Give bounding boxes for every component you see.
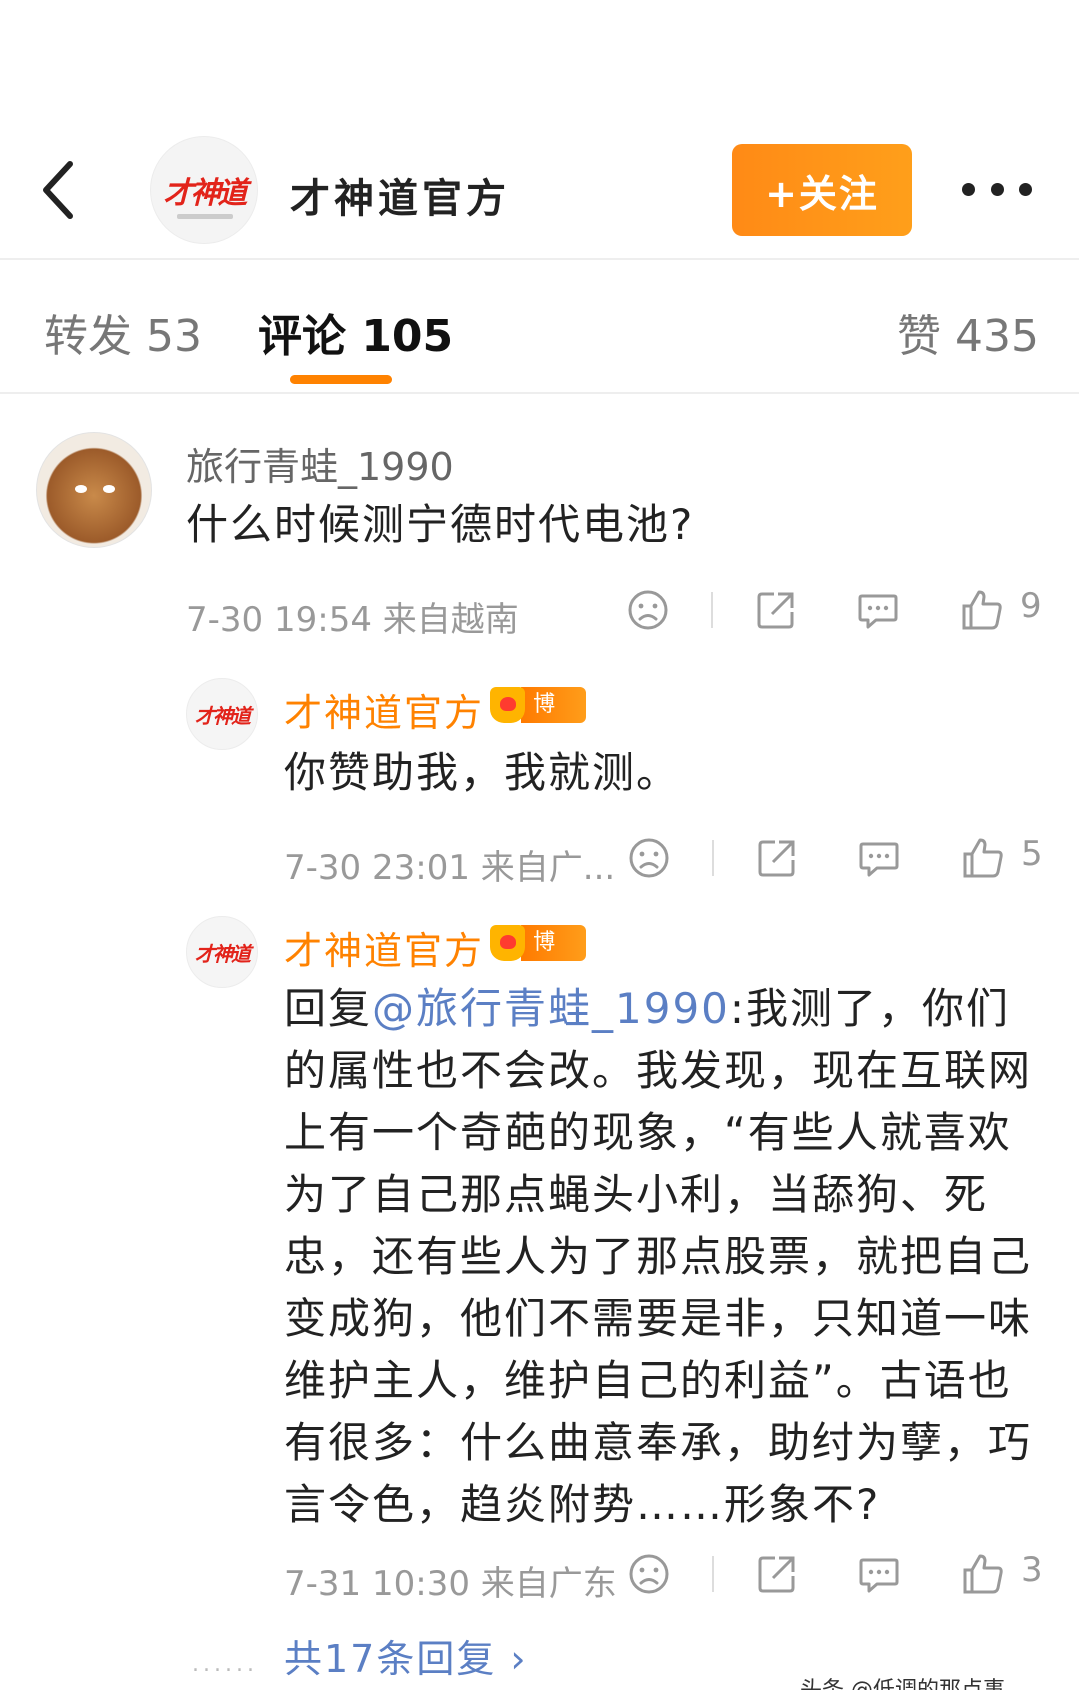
- logo-text: 才神道: [163, 176, 248, 211]
- sad-face-icon: [628, 590, 668, 630]
- follow-button[interactable]: +关注: [732, 144, 912, 236]
- sad-face-icon: [629, 1554, 669, 1594]
- thumbs-up-icon: [962, 590, 1002, 630]
- like-count: 3: [1021, 1550, 1043, 1590]
- reply-meta: 7-30 23:01 来自广...: [284, 848, 616, 888]
- share-button[interactable]: [755, 836, 799, 880]
- comment-icon: [858, 594, 898, 629]
- active-tab-indicator: [290, 375, 392, 384]
- share-button[interactable]: [754, 588, 798, 632]
- tab-likes[interactable]: 赞 435: [897, 300, 1039, 364]
- comment-icon: [859, 1558, 899, 1593]
- reply-username[interactable]: 才神道官方: [284, 682, 484, 737]
- reply-button[interactable]: [857, 836, 901, 880]
- dislike-button[interactable]: [627, 1552, 671, 1596]
- like-count: 5: [1021, 834, 1043, 874]
- logo-text: 才神道: [195, 941, 251, 966]
- user-avatar[interactable]: [36, 432, 152, 548]
- author-badge: 博主: [490, 684, 586, 753]
- sad-face-icon: [629, 838, 669, 878]
- thumbs-up-icon: [963, 838, 1003, 878]
- dislike-button[interactable]: [627, 836, 671, 880]
- account-name[interactable]: 才神道官方: [290, 166, 510, 224]
- reply-actions: 5: [627, 834, 1047, 886]
- comment-meta: 7-30 19:54 来自越南: [186, 600, 519, 640]
- badge-label: 博主: [521, 687, 586, 753]
- badge-label: 博主: [521, 925, 586, 991]
- reply-avatar[interactable]: 才神道: [186, 916, 258, 988]
- like-button[interactable]: [961, 836, 1005, 880]
- like-count: 9: [1020, 586, 1042, 626]
- author-badge: 博主: [490, 922, 586, 991]
- tab-comments[interactable]: 评论 105: [258, 300, 453, 364]
- reply-text: 回复@旅行青蛙_1990:我测了，你们的属性也不会改。我发现，现在互联网上有一个…: [284, 978, 1044, 1536]
- like-button[interactable]: [961, 1552, 1005, 1596]
- thumbs-up-icon: [963, 1554, 1003, 1594]
- share-icon: [758, 840, 795, 877]
- reply-actions: 3: [627, 1550, 1047, 1602]
- reply-avatar[interactable]: 才神道: [186, 678, 258, 750]
- reply-button[interactable]: [857, 1552, 901, 1596]
- comment-text: 什么时候测宁德时代电池?: [186, 500, 695, 549]
- tab-repost[interactable]: 转发 53: [44, 300, 202, 364]
- mention-link[interactable]: @旅行青蛙_1990: [372, 984, 730, 1033]
- reply-body: :我测了，你们的属性也不会改。我发现，现在互联网上有一个奇葩的现象，“有些人就喜…: [284, 984, 1033, 1529]
- divider: [711, 592, 713, 628]
- comment-actions: 9: [626, 586, 1046, 638]
- divider: [712, 1556, 714, 1592]
- comment-username[interactable]: 旅行青蛙_1990: [186, 436, 454, 491]
- more-options-button[interactable]: [962, 174, 1032, 204]
- logo-text: 才神道: [195, 703, 251, 728]
- view-replies-link[interactable]: 共17条回复 ›: [284, 1628, 528, 1683]
- logo-subline: [177, 214, 233, 219]
- top-bar: 才神道 才神道官方 +关注: [0, 0, 1079, 260]
- share-icon: [758, 1556, 795, 1593]
- avatar-eye: [75, 485, 87, 493]
- reply-button[interactable]: [856, 588, 900, 632]
- thread-dots: ......: [192, 1652, 258, 1677]
- like-button[interactable]: [960, 588, 1004, 632]
- crown-icon: [490, 925, 526, 961]
- share-icon: [757, 592, 794, 629]
- account-avatar[interactable]: 才神道: [150, 136, 258, 244]
- watermark: 头条 @低调的那点事: [800, 1672, 1005, 1690]
- reply-username[interactable]: 才神道官方: [284, 920, 484, 975]
- share-button[interactable]: [755, 1552, 799, 1596]
- crown-icon: [490, 687, 526, 723]
- reply-meta: 7-31 10:30 来自广东: [284, 1564, 617, 1604]
- reply-text: 你赞助我，我就测。: [284, 748, 681, 797]
- chevron-left-icon: [43, 161, 73, 219]
- avatar-eye: [103, 485, 115, 493]
- more-dot-icon: [1019, 182, 1032, 196]
- comment-icon: [859, 842, 899, 877]
- dislike-button[interactable]: [626, 588, 670, 632]
- back-button[interactable]: [38, 158, 78, 222]
- reply-prefix: 回复: [284, 984, 373, 1033]
- more-dot-icon: [962, 182, 975, 196]
- divider: [712, 840, 714, 876]
- tab-bar: 转发 53 评论 105 赞 435: [0, 260, 1079, 394]
- more-dot-icon: [990, 182, 1004, 196]
